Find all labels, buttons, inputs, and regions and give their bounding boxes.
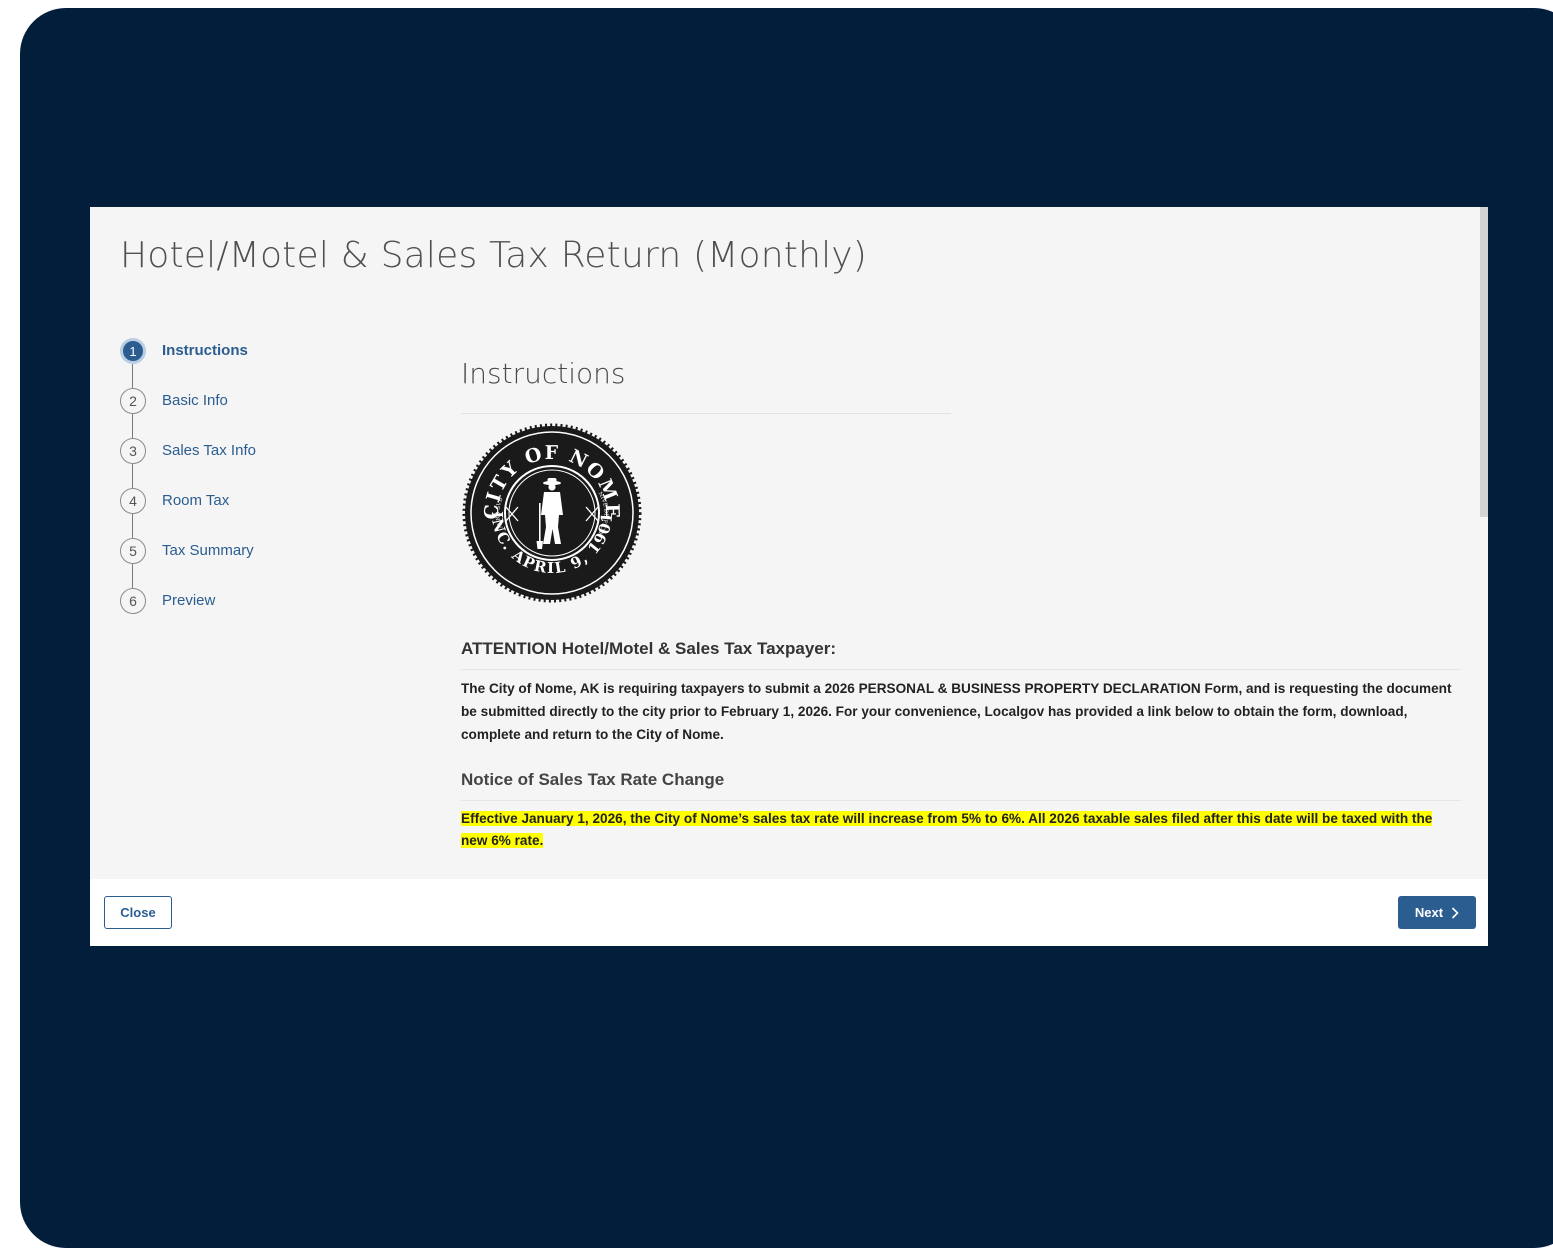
step-label: Instructions bbox=[162, 342, 248, 359]
step-number: 6 bbox=[120, 588, 146, 614]
notice-heading: Notice of Sales Tax Rate Change bbox=[461, 770, 725, 789]
step-connector bbox=[132, 564, 133, 588]
step-connector bbox=[132, 364, 133, 388]
step-connector bbox=[132, 464, 133, 488]
step-tax-summary[interactable]: 5 Tax Summary bbox=[120, 538, 256, 588]
step-label: Preview bbox=[162, 592, 216, 609]
step-label: Basic Info bbox=[162, 392, 228, 409]
step-instructions[interactable]: 1 Instructions bbox=[120, 338, 256, 388]
step-number: 3 bbox=[120, 438, 146, 464]
next-button-label: Next bbox=[1414, 905, 1444, 920]
step-number: 2 bbox=[120, 388, 146, 414]
divider bbox=[461, 413, 951, 414]
step-number: 1 bbox=[120, 338, 146, 364]
step-label: Sales Tax Info bbox=[162, 442, 256, 459]
tax-return-modal: Hotel/Motel & Sales Tax Return (Monthly)… bbox=[90, 207, 1488, 946]
step-preview[interactable]: 6 Preview bbox=[120, 588, 256, 638]
section-title: Instructions bbox=[461, 357, 626, 390]
step-number: 4 bbox=[120, 488, 146, 514]
step-connector bbox=[132, 514, 133, 538]
step-navigation: 1 Instructions 2 Basic Info 3 Sales Tax … bbox=[120, 338, 256, 638]
highlighted-notice: Effective January 1, 2026, the City of N… bbox=[461, 811, 1433, 848]
chevron-right-icon bbox=[1452, 906, 1459, 919]
step-room-tax[interactable]: 4 Room Tax bbox=[120, 488, 256, 538]
next-button[interactable]: Next bbox=[1398, 896, 1476, 929]
instructions-content: Instructions CITY OF NOME INC. APRIL 9, … bbox=[461, 357, 1461, 852]
step-sales-tax-info[interactable]: 3 Sales Tax Info bbox=[120, 438, 256, 488]
attention-text: The City of Nome, AK is requiring taxpay… bbox=[461, 681, 1452, 742]
city-of-nome-seal-logo: CITY OF NOME INC. APRIL 9, 1901 AVRO SVB… bbox=[462, 423, 642, 603]
divider bbox=[461, 800, 1461, 801]
close-button[interactable]: Close bbox=[104, 896, 172, 929]
step-basic-info[interactable]: 2 Basic Info bbox=[120, 388, 256, 438]
notice-text: Effective January 1, 2026, the City of N… bbox=[461, 808, 1461, 852]
step-label: Tax Summary bbox=[162, 542, 254, 559]
divider bbox=[461, 669, 1461, 670]
step-number: 5 bbox=[120, 538, 146, 564]
step-connector bbox=[132, 414, 133, 438]
modal-footer: Close Next bbox=[90, 879, 1488, 946]
attention-heading: ATTENTION Hotel/Motel & Sales Tax Taxpay… bbox=[461, 639, 837, 658]
scrollbar-thumb[interactable] bbox=[1480, 207, 1488, 517]
modal-title: Hotel/Motel & Sales Tax Return (Monthly) bbox=[120, 235, 868, 276]
step-label: Room Tax bbox=[162, 492, 230, 509]
